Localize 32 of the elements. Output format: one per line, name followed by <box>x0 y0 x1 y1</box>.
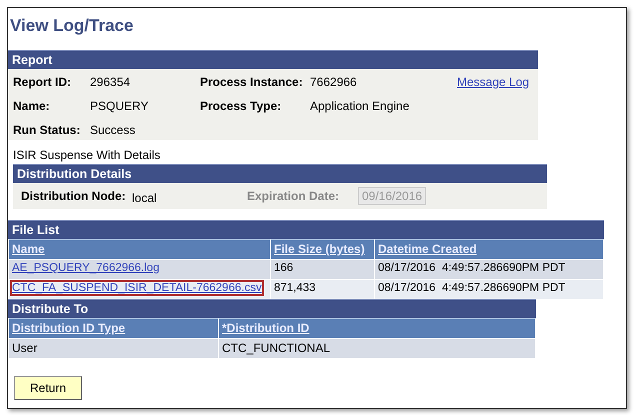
table-cell: 166 <box>271 259 375 279</box>
page-title: View Log/Trace <box>9 15 134 37</box>
section-header: File List <box>8 220 604 239</box>
field-label: Process Type: <box>200 99 282 113</box>
column-header[interactable]: File Size (bytes) <box>271 239 375 259</box>
column-header[interactable]: Datetime Created <box>375 239 604 259</box>
field-value: Success <box>90 123 136 137</box>
table-cell: 08/17/2016 4:49:57.286690PM PDT <box>375 279 604 299</box>
section-header: Distribution Details <box>13 164 547 183</box>
field-value: PSQUERY <box>90 99 150 113</box>
field-value: Application Engine <box>310 99 410 113</box>
column-header[interactable]: Distribution ID Type <box>9 318 219 338</box>
field-label: Distribution Node: <box>21 189 127 203</box>
field-label: Name: <box>13 99 51 113</box>
field-label: Report ID: <box>13 75 72 89</box>
section-header: Distribute To <box>8 299 536 318</box>
field-label: Process Instance: <box>200 75 304 89</box>
field-value: 296354 <box>90 75 132 89</box>
table-cell: 871,433 <box>271 279 375 299</box>
message-log-link[interactable]: Message Log <box>457 75 533 89</box>
field-label: Expiration Date: <box>247 189 340 203</box>
return-button[interactable]: Return <box>14 376 82 400</box>
column-header[interactable]: Name <box>9 239 271 259</box>
table-cell: CTC_FUNCTIONAL <box>219 338 536 358</box>
field-value: local <box>132 190 158 204</box>
table-cell: 08/17/2016 4:49:57.286690PM PDT <box>375 259 604 279</box>
column-header[interactable]: *Distribution ID <box>219 318 536 338</box>
table-cell: User <box>9 338 219 358</box>
field-value: 7662966 <box>310 75 358 89</box>
section-header: Report <box>8 50 538 69</box>
field-label: Run Status: <box>13 123 82 137</box>
report-description: ISIR Suspense With Details <box>12 147 162 164</box>
